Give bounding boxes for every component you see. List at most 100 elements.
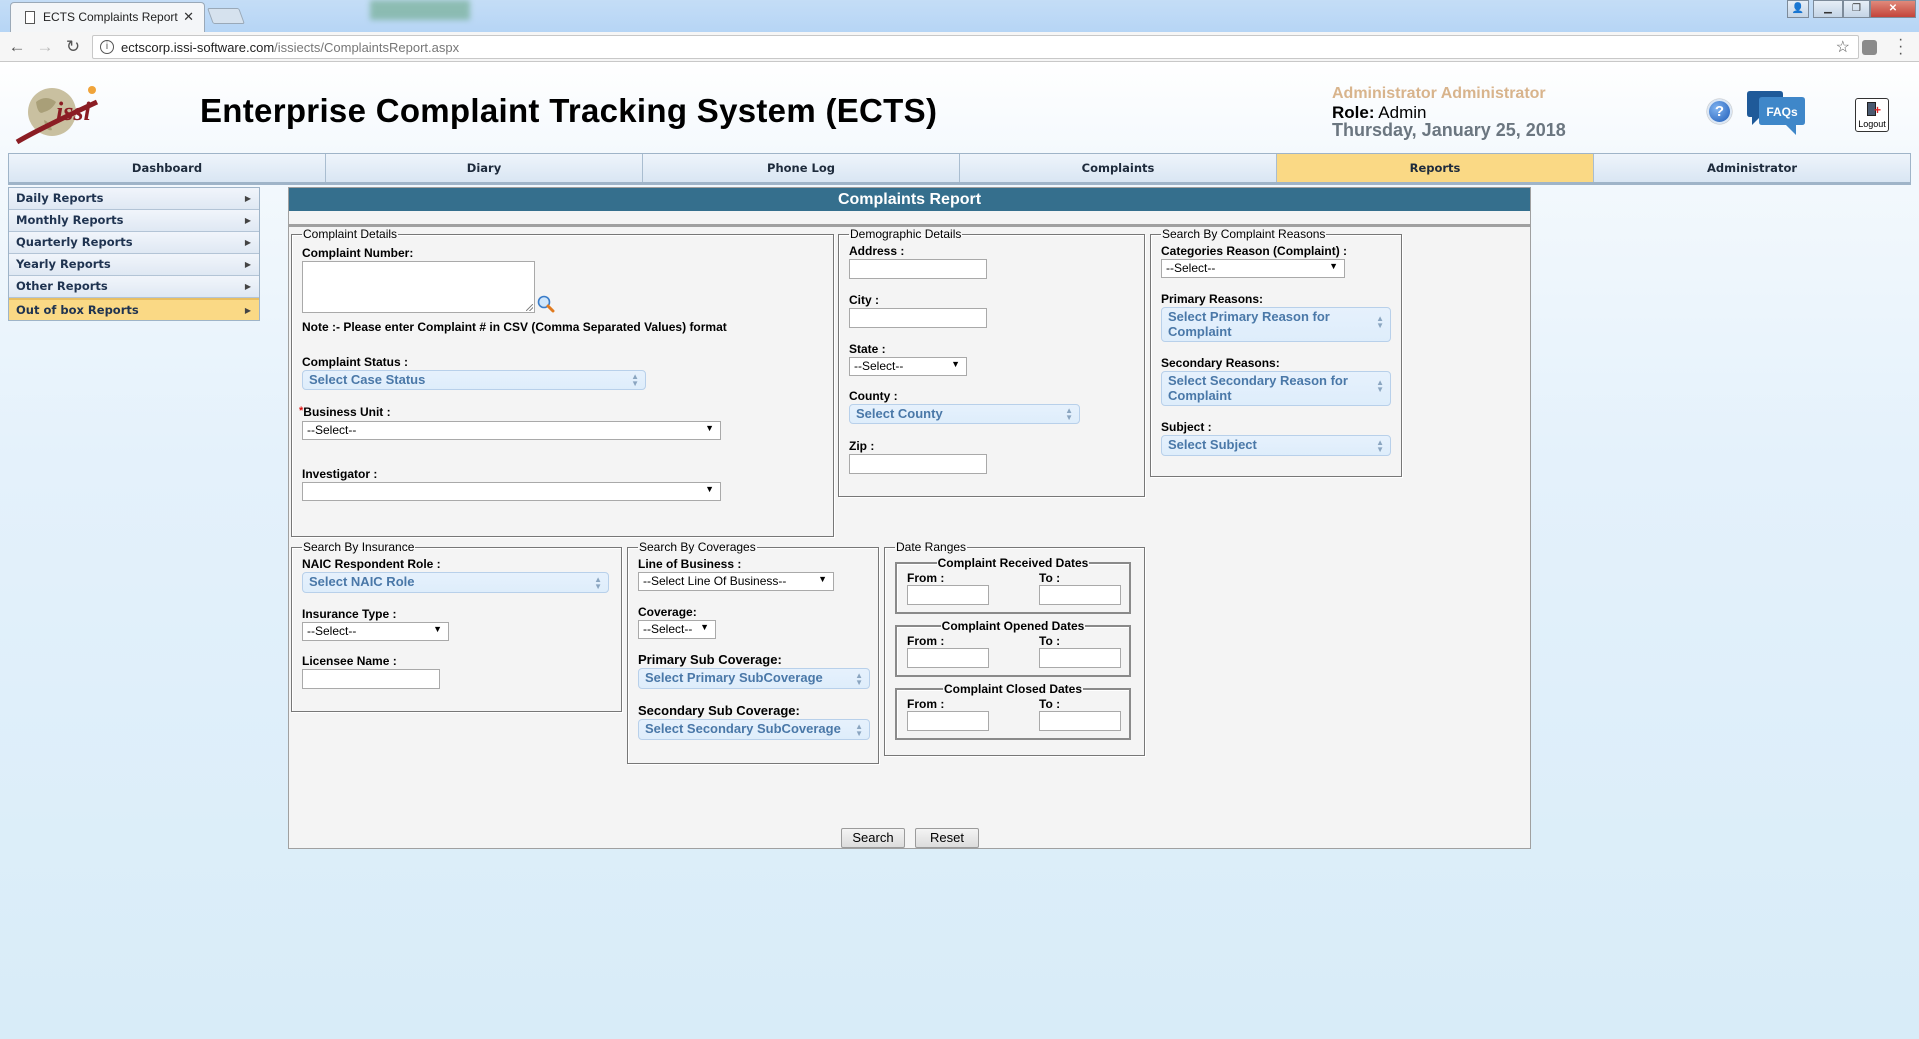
business-unit-label: *Business Unit : — [299, 405, 391, 419]
new-tab-button[interactable] — [207, 8, 245, 24]
investigator-select[interactable]: ▼ — [302, 482, 721, 501]
zip-input[interactable] — [849, 454, 987, 474]
line-of-business-label: Line of Business : — [638, 557, 742, 571]
close-window-button[interactable]: ✕ — [1870, 0, 1916, 18]
licensee-name-input[interactable] — [302, 669, 440, 689]
insurance-type-select[interactable]: --Select-- ▼ — [302, 622, 449, 641]
sidebar-item-monthly-reports[interactable]: Monthly Reports ▶ — [9, 210, 259, 232]
reload-icon[interactable]: ↻ — [62, 37, 84, 57]
help-icon[interactable]: ? — [1707, 99, 1732, 124]
complaint-status-multiselect[interactable]: Select Case Status ▲ ▼ — [302, 370, 646, 390]
zip-label: Zip : — [849, 439, 875, 453]
opened-to-date-input[interactable] — [1039, 648, 1121, 668]
chevron-right-icon: ▶ — [244, 306, 251, 315]
exit-arrow-icon: + — [1874, 103, 1882, 117]
url-input[interactable]: i ectscorp.issi-software.com/issiects/Co… — [92, 35, 1859, 59]
naic-role-label: NAIC Respondent Role : — [302, 557, 441, 571]
opened-from-date-input[interactable] — [907, 648, 989, 668]
closed-from-date-input[interactable] — [907, 711, 989, 731]
sidebar-item-out-of-box-reports[interactable]: Out of box Reports ▶ — [9, 298, 259, 320]
sidebar-item-quarterly-reports[interactable]: Quarterly Reports ▶ — [9, 232, 259, 254]
county-multiselect[interactable]: Select County ▲ ▼ — [849, 404, 1080, 424]
address-bar: ← → ↻ i ectscorp.issi-software.com/issie… — [0, 32, 1919, 62]
sort-arrows-icon: ▲ ▼ — [1376, 314, 1384, 330]
extension-icon[interactable] — [1862, 40, 1877, 55]
section-legend: Complaint Details — [303, 227, 398, 241]
closed-from-label: From : — [907, 697, 945, 711]
naic-role-multiselect[interactable]: Select NAIC Role ▲ ▼ — [302, 572, 609, 593]
received-to-label: To : — [1039, 571, 1061, 585]
info-icon[interactable]: i — [100, 40, 114, 54]
close-tab-icon[interactable]: ✕ — [183, 9, 194, 25]
nav-tab-administrator[interactable]: Administrator — [1594, 154, 1910, 182]
sort-arrows-icon: ▲ ▼ — [1376, 437, 1384, 454]
search-icon[interactable] — [537, 295, 555, 313]
chevron-right-icon: ▶ — [244, 282, 251, 291]
reset-button[interactable]: Reset — [915, 828, 979, 848]
nav-tab-complaints[interactable]: Complaints — [960, 154, 1277, 182]
blurred-background — [370, 0, 470, 20]
forward-icon[interactable]: → — [34, 37, 56, 57]
current-date: Thursday, January 25, 2018 — [1332, 120, 1566, 140]
received-from-date-input[interactable] — [907, 585, 989, 605]
issi-logo: issi — [15, 86, 99, 145]
received-from-label: From : — [907, 571, 945, 585]
sort-arrows-icon: ▲ ▼ — [594, 574, 602, 591]
received-to-date-input[interactable] — [1039, 585, 1121, 605]
nav-tab-diary[interactable]: Diary — [326, 154, 643, 182]
primary-reasons-multiselect[interactable]: Select Primary Reason for Complaint ▲ ▼ — [1161, 307, 1391, 342]
browser-tab[interactable]: ECTS Complaints Report ✕ — [10, 2, 205, 32]
sidebar-item-label: Yearly Reports — [16, 257, 111, 271]
secondary-reasons-multiselect[interactable]: Select Secondary Reason for Complaint ▲ ▼ — [1161, 371, 1391, 406]
business-unit-select[interactable]: --Select-- ▼ — [302, 421, 721, 440]
page-icon — [25, 11, 35, 24]
app-title: Enterprise Complaint Tracking System (EC… — [200, 92, 938, 129]
section-legend: Search By Coverages — [639, 540, 756, 554]
categories-reason-select[interactable]: --Select-- ▼ — [1161, 259, 1345, 278]
logout-label: Logout — [1858, 119, 1886, 129]
coverage-select[interactable]: --Select-- ▼ — [638, 620, 716, 639]
resize-grip-icon[interactable] — [526, 304, 533, 311]
primary-sub-coverage-multiselect[interactable]: Select Primary SubCoverage ▲ ▼ — [638, 668, 870, 689]
reports-sidebar: Daily Reports ▶ Monthly Reports ▶ Quarterl… — [8, 187, 260, 321]
chevron-right-icon: ▶ — [244, 194, 251, 203]
back-icon[interactable]: ← — [6, 37, 28, 57]
dropdown-arrow-icon: ▼ — [818, 574, 827, 584]
browser-menu-icon[interactable]: · · · — [1898, 32, 1904, 62]
city-input[interactable] — [849, 308, 987, 328]
licensee-name-label: Licensee Name : — [302, 654, 397, 668]
investigator-label: Investigator : — [302, 467, 378, 481]
sidebar-item-label: Daily Reports — [16, 191, 104, 205]
logout-button[interactable]: + Logout — [1855, 98, 1889, 132]
complaint-number-label: Complaint Number: — [302, 246, 414, 260]
complaint-number-textarea[interactable] — [302, 261, 535, 313]
state-select[interactable]: --Select-- ▼ — [849, 357, 967, 376]
closed-to-date-input[interactable] — [1039, 711, 1121, 731]
section-legend: Search By Complaint Reasons — [1162, 227, 1326, 241]
search-button[interactable]: Search — [841, 828, 905, 848]
subject-multiselect[interactable]: Select Subject ▲ ▼ — [1161, 435, 1391, 456]
address-input[interactable] — [849, 259, 987, 279]
nav-tab-phone-log[interactable]: Phone Log — [643, 154, 960, 182]
sidebar-item-yearly-reports[interactable]: Yearly Reports ▶ — [9, 254, 259, 276]
sort-arrows-icon: ▲ ▼ — [631, 372, 639, 388]
secondary-sub-coverage-multiselect[interactable]: Select Secondary SubCoverage ▲ ▼ — [638, 719, 870, 740]
dropdown-arrow-icon: ▼ — [705, 423, 714, 433]
nav-tab-reports[interactable]: Reports — [1277, 154, 1594, 182]
dropdown-arrow-icon: ▼ — [1329, 261, 1338, 271]
opened-to-label: To : — [1039, 634, 1061, 648]
sidebar-item-daily-reports[interactable]: Daily Reports ▶ — [9, 188, 259, 210]
sidebar-item-label: Other Reports — [16, 279, 108, 293]
minimize-button[interactable]: ▁ — [1813, 0, 1843, 18]
faq-icon[interactable]: FAQs — [1745, 90, 1807, 138]
bookmark-star-icon[interactable]: ☆ — [1836, 37, 1850, 57]
line-of-business-select[interactable]: --Select Line Of Business-- ▼ — [638, 572, 834, 591]
restore-button[interactable]: ❐ — [1843, 0, 1870, 18]
csv-format-note: Note :- Please enter Complaint # in CSV … — [302, 320, 727, 334]
dropdown-arrow-icon: ▼ — [700, 622, 709, 632]
svg-text:issi: issi — [56, 97, 91, 126]
sidebar-item-other-reports[interactable]: Other Reports ▶ — [9, 276, 259, 298]
nav-tab-dashboard[interactable]: Dashboard — [9, 154, 326, 182]
url-host: ectscorp.issi-software.com — [121, 40, 275, 55]
profile-icon[interactable]: 👤 — [1787, 0, 1809, 18]
